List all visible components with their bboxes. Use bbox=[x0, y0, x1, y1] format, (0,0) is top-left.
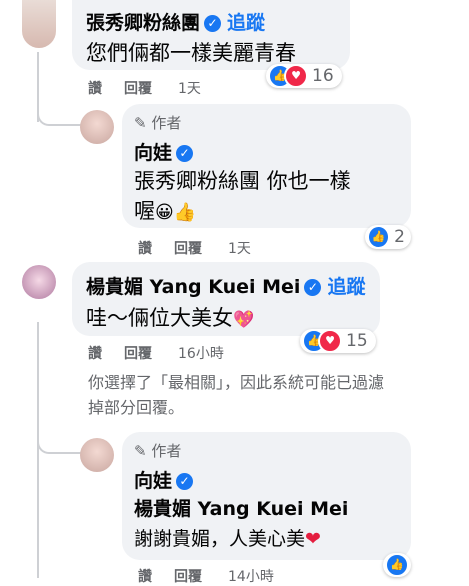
mention-tag[interactable]: 楊貴媚 Yang Kuei Mei bbox=[134, 494, 348, 521]
thread-line bbox=[37, 322, 39, 578]
verified-icon: ✓ bbox=[176, 145, 194, 162]
timestamp[interactable]: 1天 bbox=[228, 238, 251, 258]
reaction-summary[interactable]: 👍 bbox=[383, 553, 411, 577]
reaction-summary[interactable]: 👍 ♥ 15 bbox=[300, 329, 376, 353]
reaction-count: 15 bbox=[346, 331, 368, 351]
reply-button[interactable]: 回覆 bbox=[174, 238, 202, 258]
love-reaction-icon: ♥ bbox=[318, 329, 342, 353]
thread-connector bbox=[37, 438, 81, 454]
like-button[interactable]: 讚 bbox=[138, 566, 152, 586]
emoji: ❤ bbox=[305, 528, 321, 550]
reply-bubble: ✎ 作者 向娃 ✓ 張秀卿粉絲團 你也一樣 喔😀👍 bbox=[122, 104, 411, 228]
reply-button[interactable]: 回覆 bbox=[124, 78, 152, 98]
follow-button[interactable]: 追蹤 bbox=[327, 276, 365, 298]
commenter-name[interactable]: 張秀卿粉絲團 bbox=[86, 12, 200, 34]
commenter-name[interactable]: 向娃 bbox=[134, 142, 172, 164]
like-button[interactable]: 讚 bbox=[88, 78, 102, 98]
author-badge: 作者 bbox=[151, 114, 182, 132]
like-button[interactable]: 讚 bbox=[88, 343, 102, 363]
reaction-summary[interactable]: 👍 ♥ 16 bbox=[266, 64, 342, 88]
comment-bubble: 張秀卿粉絲團 ✓ 追蹤 您們倆都一樣美麗青春 bbox=[72, 0, 350, 70]
love-reaction-icon: ♥ bbox=[284, 64, 308, 88]
timestamp[interactable]: 16小時 bbox=[178, 343, 224, 363]
reply-bubble: ✎ 作者 向娃 ✓ 楊貴媚 Yang Kuei Mei 謝謝貴媚，人美心美❤ bbox=[122, 432, 411, 560]
reply-text: 謝謝貴媚，人美心美 bbox=[134, 528, 306, 550]
thread-connector bbox=[37, 110, 81, 126]
like-reaction-icon: 👍 bbox=[367, 225, 391, 249]
verified-icon: ✓ bbox=[204, 15, 222, 32]
follow-button[interactable]: 追蹤 bbox=[227, 12, 265, 34]
reply-button[interactable]: 回覆 bbox=[174, 566, 202, 586]
filter-notice: 你選擇了「最相關」，因此系統可能已過濾 掉部分回覆。 bbox=[88, 370, 384, 420]
emoji: 😀👍 bbox=[155, 202, 197, 223]
verified-icon: ✓ bbox=[176, 473, 194, 490]
author-badge: 作者 bbox=[151, 442, 182, 460]
commenter-name[interactable]: 楊貴媚 Yang Kuei Mei bbox=[86, 276, 300, 298]
avatar[interactable] bbox=[80, 110, 114, 144]
like-button[interactable]: 讚 bbox=[138, 238, 152, 258]
pencil-icon: ✎ bbox=[134, 114, 147, 132]
reaction-count: 16 bbox=[312, 66, 334, 86]
verified-icon: ✓ bbox=[304, 279, 322, 296]
reaction-summary[interactable]: 👍 2 bbox=[365, 225, 411, 249]
reply-button[interactable]: 回覆 bbox=[124, 343, 152, 363]
commenter-name[interactable]: 向娃 bbox=[134, 470, 172, 492]
comment-text: 您們倆都一樣美麗青春 bbox=[86, 41, 296, 65]
comment-bubble: 楊貴媚 Yang Kuei Mei ✓ 追蹤 哇～倆位大美女💖 bbox=[72, 262, 380, 336]
avatar[interactable] bbox=[22, 265, 56, 299]
emoji: 💖 bbox=[233, 310, 255, 330]
like-reaction-icon: 👍 bbox=[385, 553, 409, 577]
avatar[interactable] bbox=[22, 0, 56, 48]
filter-notice-line2: 掉部分回覆。 bbox=[88, 398, 185, 417]
comment-text: 哇～倆位大美女 bbox=[86, 306, 233, 330]
pencil-icon: ✎ bbox=[134, 442, 147, 460]
filter-notice-line1: 你選擇了「最相關」，因此系統可能已過濾 bbox=[88, 373, 385, 392]
reply-text-line1: 張秀卿粉絲團 你也一樣 bbox=[134, 169, 351, 193]
timestamp[interactable]: 14小時 bbox=[228, 566, 274, 586]
avatar[interactable] bbox=[80, 438, 114, 472]
reaction-count: 2 bbox=[394, 227, 405, 247]
timestamp[interactable]: 1天 bbox=[178, 78, 201, 98]
reply-text-line2: 喔 bbox=[134, 199, 155, 223]
